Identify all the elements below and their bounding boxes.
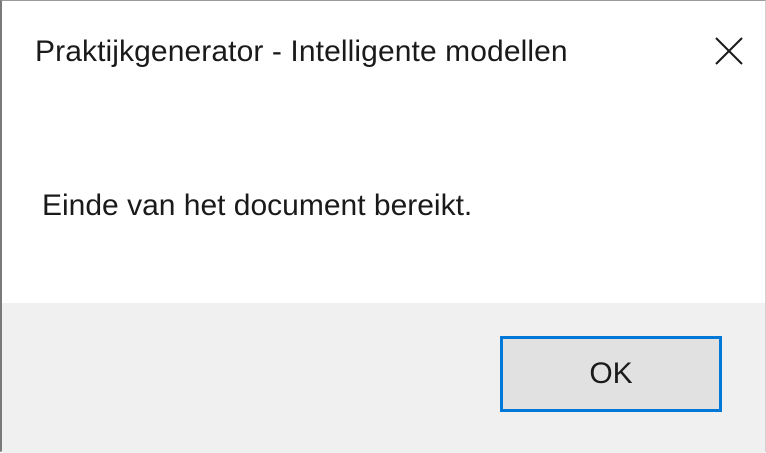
ok-button[interactable]: OK [500,336,722,412]
title-bar: Praktijkgenerator - Intelligente modelle… [2,1,765,113]
dialog-footer: OK [2,303,765,453]
dialog-message: Einde van het document bereikt. [42,189,473,222]
close-icon [715,37,743,65]
close-button[interactable] [699,21,759,81]
window-title: Praktijkgenerator - Intelligente modelle… [35,35,568,68]
ok-button-label: OK [589,357,633,390]
dialog-content: Einde van het document bereikt. [2,113,765,303]
message-dialog: Praktijkgenerator - Intelligente modelle… [0,0,766,453]
